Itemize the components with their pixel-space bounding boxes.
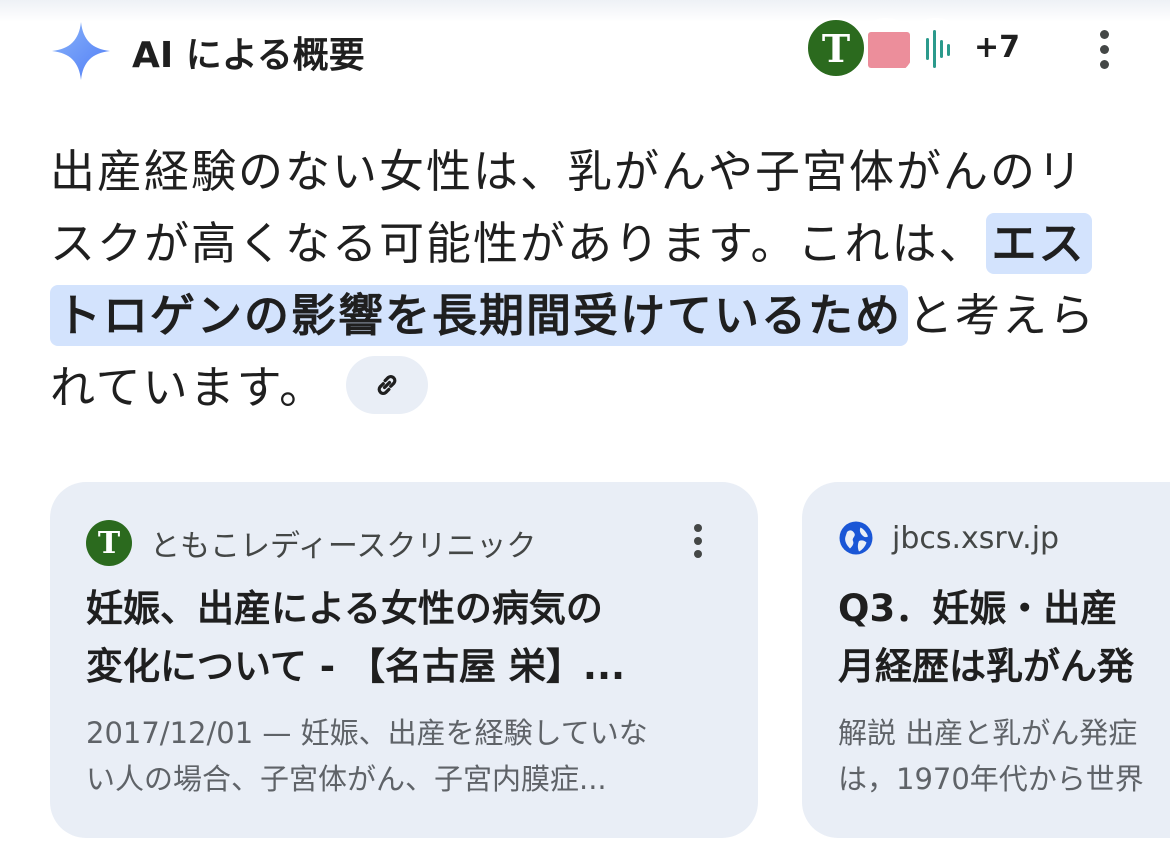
card-more-vert-icon[interactable] [691,524,705,560]
card-title-line: Q3．妊娠・出産 [838,587,1118,630]
card-snippet-line: は，1970年代から世界 [838,762,1144,796]
link-icon [377,375,397,395]
source-card[interactable]: T ともこレディースクリニック 妊娠、出産による女性の病気の 変化について - … [50,482,758,838]
more-vert-icon[interactable] [1094,30,1114,70]
source-avatars[interactable]: T [806,18,976,80]
source-name: jbcs.xsrv.jp [892,520,1060,556]
card-source: jbcs.xsrv.jp [838,520,1059,556]
card-source: T ともこレディースクリニック [86,520,536,566]
globe-icon [839,521,873,555]
answer-text-before: 出産経験のない女性は、乳がんや子宮体がんのリスクが高くなる可能性があります。これ… [50,145,1085,270]
card-title-line: 変化について - 【名古屋 栄】... [86,645,626,688]
more-sources-count[interactable]: +7 [974,30,1020,65]
card-snippet-line: 2017/12/01 — 妊娠、出産を経験していな [86,716,648,750]
card-snippet-line: 解説 出産と乳がん発症 [838,716,1138,750]
card-title-line: 妊娠、出産による女性の病気の [86,587,603,630]
ai-answer-text: 出産経験のない女性は、乳がんや子宮体がんのリスクが高くなる可能性があります。これ… [50,136,1130,424]
citation-link-button[interactable] [346,356,429,414]
header-title: AI による概要 [132,35,365,76]
card-title-line: 月経歴は乳がん発 [838,645,1134,688]
favicon-icon: T [86,520,132,566]
source-name: ともこレディースクリニック [150,529,537,564]
card-title[interactable]: Q3．妊娠・出産 月経歴は乳がん発 [838,580,1170,696]
source-card[interactable]: jbcs.xsrv.jp Q3．妊娠・出産 月経歴は乳がん発 解説 出産と乳がん… [802,482,1170,838]
card-title[interactable]: 妊娠、出産による女性の病気の 変化について - 【名古屋 栄】... [86,580,726,696]
card-snippet-line: い人の場合、子宮体がん、子宮内膜症... [86,762,607,796]
avatar-icon: T [806,18,866,78]
sparkle-icon [52,22,110,80]
ai-overview-header: AI による概要 T +7 [0,0,1170,100]
card-snippet: 解説 出産と乳がん発症 は，1970年代から世界 [838,710,1170,802]
card-snippet: 2017/12/01 — 妊娠、出産を経験していな い人の場合、子宮体がん、子宮… [86,710,726,802]
